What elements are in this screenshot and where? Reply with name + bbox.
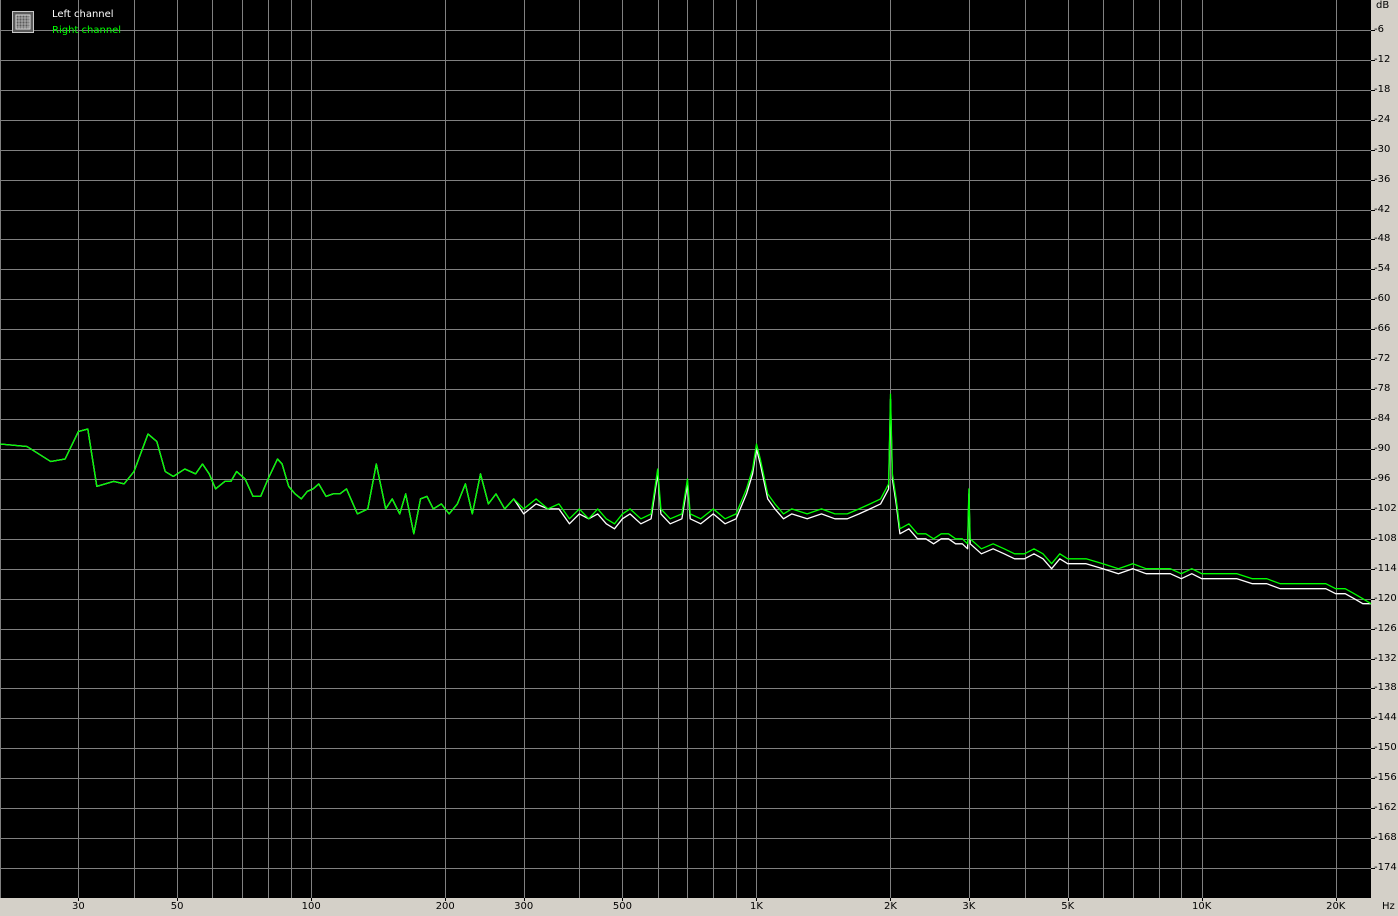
y-tick-label: -96	[1374, 472, 1391, 484]
y-tick-label: -60	[1374, 293, 1391, 305]
y-tick-label: -6	[1374, 23, 1384, 35]
x-tick-label: 2K	[884, 901, 897, 912]
y-tick-label: -114	[1374, 562, 1397, 574]
y-tick-label: -132	[1374, 652, 1397, 664]
y-tick-label: -66	[1374, 323, 1391, 335]
y-tick-label: -84	[1374, 413, 1391, 425]
y-tick-label: -30	[1374, 143, 1391, 155]
y-tick-label: -24	[1374, 113, 1391, 125]
x-tick-label: 3K	[962, 901, 976, 912]
x-tick-label: 50	[170, 901, 184, 912]
grid-settings-icon[interactable]	[12, 11, 34, 33]
x-tick-label: 200	[435, 901, 455, 912]
y-tick-label: -156	[1374, 772, 1397, 784]
y-tick-label: -138	[1374, 682, 1397, 694]
x-tick-label: 500	[612, 901, 632, 912]
y-tick-label: -144	[1374, 712, 1397, 724]
y-tick-label: -54	[1374, 263, 1391, 275]
y-tick-label: -36	[1374, 173, 1391, 185]
y-tick-label: -90	[1374, 443, 1391, 454]
x-tick-label: 20K	[1326, 901, 1346, 912]
y-unit-label: dB	[1376, 0, 1390, 11]
y-tick-label: -48	[1374, 233, 1391, 245]
y-tick-label: -72	[1374, 353, 1391, 365]
x-unit-label: Hz	[1382, 901, 1395, 912]
y-tick-label: -174	[1374, 862, 1397, 874]
x-tick-label: 5K	[1061, 901, 1075, 912]
x-tick-label: 1K	[749, 901, 763, 912]
y-tick-label: -18	[1374, 83, 1391, 95]
y-tick-label: -42	[1374, 203, 1391, 215]
y-tick-label: -78	[1374, 383, 1391, 395]
legend-right-channel: Right channel	[52, 25, 122, 36]
legend-left-channel: Left channel	[52, 9, 114, 20]
y-tick-label: -108	[1374, 532, 1397, 544]
x-tick-label: 300	[514, 901, 534, 912]
x-tick-label: 10K	[1192, 901, 1212, 912]
left-channel-line	[0, 398, 1371, 605]
y-tick-label: -120	[1374, 592, 1397, 604]
y-tick-label: -12	[1374, 53, 1391, 65]
y-tick-label: -150	[1374, 742, 1397, 754]
y-tick-label: -168	[1374, 832, 1397, 844]
y-tick-label: -162	[1374, 802, 1397, 814]
x-tick-label: 100	[301, 901, 321, 912]
spectrum-chart	[0, 0, 1375, 901]
x-tick-label: 30	[72, 901, 85, 912]
y-tick-label: -102	[1374, 502, 1397, 514]
y-tick-label: -126	[1374, 622, 1397, 634]
